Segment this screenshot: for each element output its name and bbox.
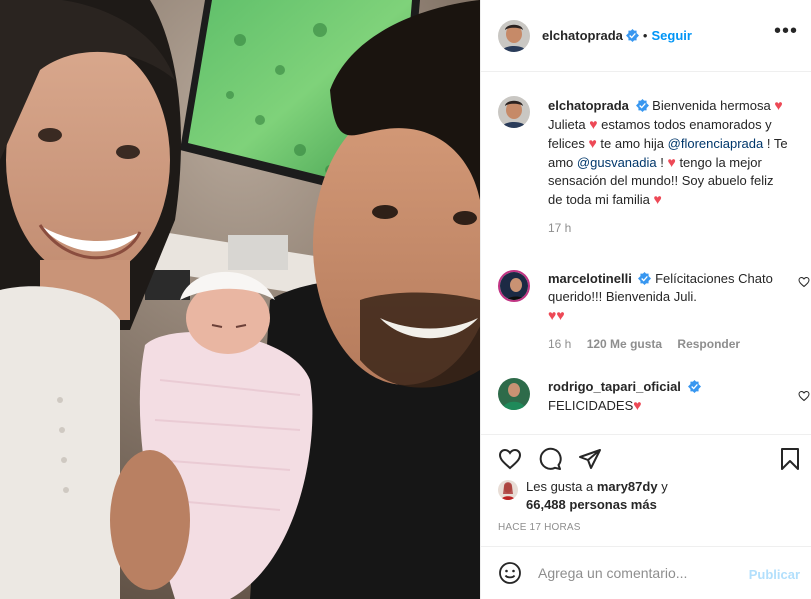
heart-icon[interactable] — [798, 390, 810, 402]
post-side-panel: elchatoprada • Seguir ••• elchatoprada B… — [480, 0, 811, 599]
post-timestamp[interactable]: HACE 17 HORAS — [498, 522, 581, 533]
likes-conj: y — [661, 479, 668, 494]
heart-icon[interactable] — [498, 447, 522, 471]
mention-link[interactable]: @gusvanadia — [577, 155, 657, 170]
likes-count[interactable]: 66,488 personas más — [526, 497, 657, 512]
comment-item: rodrigo_tapari_oficial FELICIDADES♥ — [498, 378, 810, 415]
comment-time[interactable]: 16 h — [548, 337, 571, 351]
verified-badge-icon — [638, 272, 652, 285]
heart-icon[interactable] — [798, 276, 810, 288]
liker-username[interactable]: mary87dy — [597, 479, 658, 494]
more-options-icon[interactable]: ••• — [774, 21, 798, 41]
comment-input[interactable] — [538, 565, 743, 581]
bookmark-icon[interactable] — [778, 447, 802, 471]
comments-section: elchatoprada Bienvenida hermosa ♥ Juliet… — [481, 72, 811, 434]
commenter-avatar[interactable] — [498, 378, 530, 410]
author-avatar[interactable] — [498, 19, 530, 52]
caption-text-2: Julieta — [548, 117, 586, 132]
follow-button[interactable]: Seguir — [651, 28, 691, 43]
caption-time[interactable]: 17 h — [548, 221, 571, 235]
publish-button[interactable]: Publicar — [749, 567, 800, 582]
commenter-username[interactable]: marcelotinelli — [548, 271, 632, 286]
heart-emoji-icon: ♥ — [653, 191, 662, 207]
caption-text-6: ! — [660, 155, 664, 170]
verified-badge-icon — [625, 29, 639, 42]
caption-text-4: te amo hija — [600, 136, 665, 151]
comment-hearts: ♥♥ — [548, 306, 788, 325]
comment-meta: 16 h 120 Me gusta Responder — [548, 335, 788, 353]
commenter-avatar[interactable] — [498, 270, 530, 302]
heart-emoji-icon: ♥ — [774, 97, 783, 113]
verified-badge-icon — [687, 380, 701, 393]
comment-text: FELICIDADES — [548, 398, 634, 413]
caption-meta: 17 h — [548, 219, 788, 237]
separator-dot: • — [642, 28, 648, 43]
post-photo[interactable] — [0, 0, 480, 599]
heart-emoji-icon: ♥ — [588, 135, 597, 151]
instagram-post: elchatoprada • Seguir ••• elchatoprada B… — [0, 0, 811, 599]
comment-body: rodrigo_tapari_oficial FELICIDADES♥ — [548, 378, 788, 415]
comment-likes[interactable]: 120 Me gusta — [587, 337, 662, 351]
caption-avatar[interactable] — [498, 96, 530, 128]
add-comment-bar: Publicar — [481, 546, 811, 599]
mention-link[interactable]: @florenciaprada — [668, 136, 764, 151]
comment-body: marcelotinelli Felícitaciones Chato quer… — [548, 270, 788, 353]
heart-emoji-icon: ♥ — [556, 307, 565, 323]
liker-avatar[interactable] — [498, 480, 518, 500]
caption-text-1: Bienvenida hermosa — [652, 98, 771, 113]
commenter-username[interactable]: rodrigo_tapari_oficial — [548, 379, 681, 394]
heart-emoji-icon: ♥ — [667, 154, 676, 170]
likes-summary: Les gusta a mary87dy y 66,488 personas m… — [498, 478, 798, 514]
selfie-with-newborn-image — [0, 0, 480, 599]
post-header: elchatoprada • Seguir ••• — [481, 0, 811, 72]
comment-icon[interactable] — [538, 447, 562, 471]
reply-button[interactable]: Responder — [677, 337, 740, 351]
likes-prefix: Les gusta a — [526, 479, 594, 494]
comment-item: marcelotinelli Felícitaciones Chato quer… — [498, 270, 810, 353]
heart-emoji-icon: ♥ — [633, 397, 642, 413]
heart-emoji-icon: ♥ — [589, 116, 598, 132]
caption-username[interactable]: elchatoprada — [548, 98, 629, 113]
author-username[interactable]: elchatoprada — [542, 28, 623, 43]
paper-plane-icon[interactable] — [578, 447, 602, 471]
verified-badge-icon — [635, 99, 649, 112]
caption: elchatoprada Bienvenida hermosa ♥ Juliet… — [498, 96, 798, 237]
smiley-icon[interactable] — [498, 561, 522, 585]
caption-body: elchatoprada Bienvenida hermosa ♥ Juliet… — [548, 96, 788, 237]
